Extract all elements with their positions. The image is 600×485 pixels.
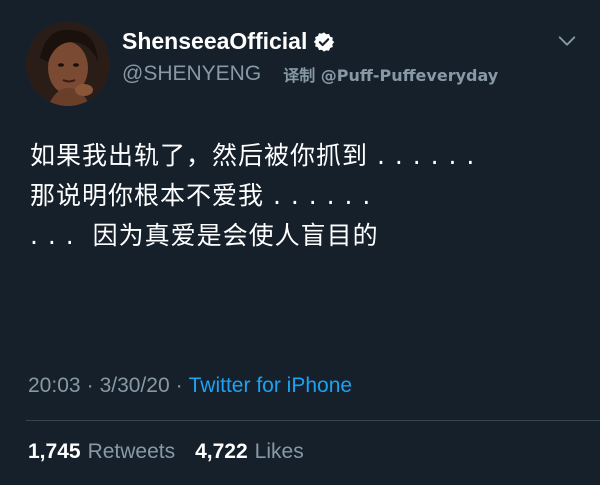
translator-credit: 译制 @Puff-Puffeveryday [283,66,499,85]
meta-separator: · [86,374,94,397]
avatar[interactable] [26,22,110,106]
handle-row: @SHENYENG 译制 @Puff-Puffeveryday [122,62,498,86]
display-name-text[interactable]: ShenseeaOfficial [122,28,307,55]
author-display-name[interactable]: ShenseeaOfficial [122,28,335,55]
tweet-line: 如果我出轨了，然后被你抓到 . . . . . . [30,141,476,170]
tweet-time[interactable]: 20:03 [28,374,81,398]
tweet-line: 那说明你根本不爱我 . . . . . . [30,181,372,210]
chevron-down-icon[interactable] [556,30,578,52]
profile-photo-icon [26,22,110,106]
tweet-card: ShenseeaOfficial @SHENYENG 译制 @Puff-Puff… [0,0,600,485]
tweet-meta: 20:03 · 3/30/20 · Twitter for iPhone [28,374,352,398]
retweets-label: Retweets [87,440,176,463]
likes-stat[interactable]: 4,722 Likes [195,440,304,464]
tweet-source-link[interactable]: Twitter for iPhone [189,374,352,398]
tweet-line: . . . 因为真爱是会使人盲目的 [30,221,379,250]
tweet-date[interactable]: 3/30/20 [100,374,170,398]
verified-badge-icon [314,31,335,52]
author-handle[interactable]: @SHENYENG [122,62,261,86]
tweet-text: 如果我出轨了，然后被你抓到 . . . . . . 那说明你根本不爱我 . . … [30,136,475,256]
likes-count: 4,722 [195,440,248,463]
tweet-stats: 1,745 Retweets 4,722 Likes [28,440,324,464]
retweets-count: 1,745 [28,440,81,463]
divider [26,420,600,421]
meta-separator: · [175,374,183,397]
likes-label: Likes [254,440,304,463]
retweets-stat[interactable]: 1,745 Retweets [28,440,175,464]
